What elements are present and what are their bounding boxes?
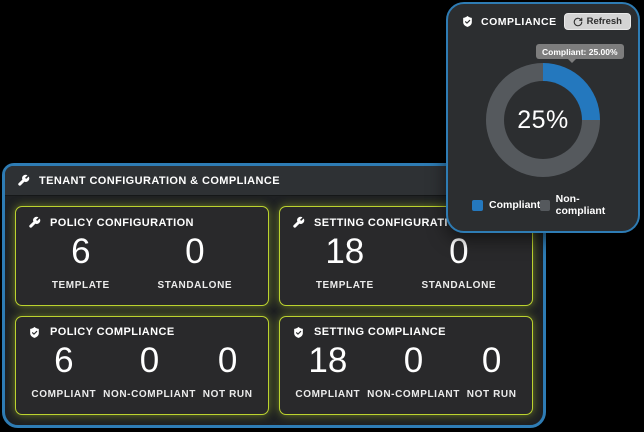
card-setting-compliance: SETTING COMPLIANCE 18 COMPLIANT 0 NON-CO… xyxy=(279,316,533,416)
card-header: SETTING COMPLIANCE xyxy=(292,326,520,339)
stat-label: STANDALONE xyxy=(157,280,232,291)
stat-value: 0 xyxy=(421,234,496,269)
stat-non-compliant: 0 NON-COMPLIANT xyxy=(103,343,196,400)
card-header: POLICY CONFIGURATION xyxy=(28,216,256,229)
wrench-icon xyxy=(292,216,305,229)
stat-label: TEMPLATE xyxy=(52,280,110,291)
legend-label: Non-compliant xyxy=(556,193,618,217)
stat-value: 18 xyxy=(295,343,360,378)
stat-value: 0 xyxy=(103,343,196,378)
stat-label: TEMPLATE xyxy=(316,280,374,291)
wrench-icon xyxy=(28,216,41,229)
stats-row: 6 COMPLIANT 0 NON-COMPLIANT 0 NOT RUN xyxy=(28,339,256,406)
stat-template: 6 TEMPLATE xyxy=(52,234,110,291)
stat-label: NOT RUN xyxy=(203,389,253,400)
stat-value: 0 xyxy=(157,234,232,269)
legend-label: Compliant xyxy=(489,199,540,211)
chart-legend: Compliant Non-compliant xyxy=(448,193,638,217)
stat-standalone: 0 STANDALONE xyxy=(157,234,232,291)
card-policy-compliance: POLICY COMPLIANCE 6 COMPLIANT 0 NON-COMP… xyxy=(15,316,269,416)
stats-row: 6 TEMPLATE 0 STANDALONE xyxy=(28,229,256,296)
dashboard-background: TENANT CONFIGURATION & COMPLIANCE POLICY… xyxy=(0,0,644,432)
refresh-icon xyxy=(573,17,583,27)
stat-label: STANDALONE xyxy=(421,280,496,291)
compliance-donut-chart[interactable]: 25% xyxy=(486,63,600,177)
refresh-button-label: Refresh xyxy=(587,16,622,27)
stat-value: 6 xyxy=(31,343,96,378)
stat-label: COMPLIANT xyxy=(31,389,96,400)
card-policy-configuration: POLICY CONFIGURATION 6 TEMPLATE 0 STANDA… xyxy=(15,206,269,306)
stats-row: 18 COMPLIANT 0 NON-COMPLIANT 0 NOT RUN xyxy=(292,339,520,406)
chart-tooltip: Compliant: 25.00% xyxy=(536,44,624,59)
stat-label: COMPLIANT xyxy=(295,389,360,400)
main-panel-title: TENANT CONFIGURATION & COMPLIANCE xyxy=(39,175,280,187)
card-title: SETTING CONFIGURATION xyxy=(314,217,465,229)
stats-row: 18 TEMPLATE 0 STANDALONE xyxy=(292,229,520,296)
stat-compliant: 6 COMPLIANT xyxy=(31,343,96,400)
stat-value: 0 xyxy=(367,343,460,378)
compliance-title: COMPLIANCE xyxy=(481,16,557,28)
stat-label: NON-COMPLIANT xyxy=(367,389,460,400)
compliance-header: COMPLIANCE Refresh xyxy=(448,4,638,30)
legend-item-compliant[interactable]: Compliant xyxy=(472,193,540,217)
shield-check-icon xyxy=(292,326,305,339)
tooltip-arrow-icon xyxy=(568,59,576,63)
compliance-widget: COMPLIANCE Refresh Compliant: 25.00% 25% xyxy=(446,2,640,233)
stat-template: 18 TEMPLATE xyxy=(316,234,374,291)
refresh-button[interactable]: Refresh xyxy=(564,13,631,30)
stat-value: 0 xyxy=(203,343,253,378)
wrench-icon xyxy=(17,174,30,187)
legend-swatch xyxy=(472,200,483,211)
stat-value: 18 xyxy=(316,234,374,269)
donut-center-label: 25% xyxy=(517,106,569,135)
chart-tooltip-label: Compliant: 25.00% xyxy=(542,47,618,57)
stat-compliant: 18 COMPLIANT xyxy=(295,343,360,400)
stat-non-compliant: 0 NON-COMPLIANT xyxy=(367,343,460,400)
donut-hole: 25% xyxy=(504,81,582,159)
stat-not-run: 0 NOT RUN xyxy=(467,343,517,400)
stat-label: NOT RUN xyxy=(467,389,517,400)
shield-check-icon xyxy=(461,15,474,28)
stat-value: 0 xyxy=(467,343,517,378)
legend-swatch xyxy=(540,200,549,211)
card-title: POLICY CONFIGURATION xyxy=(50,217,194,229)
card-title: SETTING COMPLIANCE xyxy=(314,326,446,338)
stat-standalone: 0 STANDALONE xyxy=(421,234,496,291)
stat-label: NON-COMPLIANT xyxy=(103,389,196,400)
stat-value: 6 xyxy=(52,234,110,269)
card-header: POLICY COMPLIANCE xyxy=(28,326,256,339)
shield-check-icon xyxy=(28,326,41,339)
card-title: POLICY COMPLIANCE xyxy=(50,326,175,338)
legend-item-non-compliant[interactable]: Non-compliant xyxy=(540,193,618,217)
stat-not-run: 0 NOT RUN xyxy=(203,343,253,400)
